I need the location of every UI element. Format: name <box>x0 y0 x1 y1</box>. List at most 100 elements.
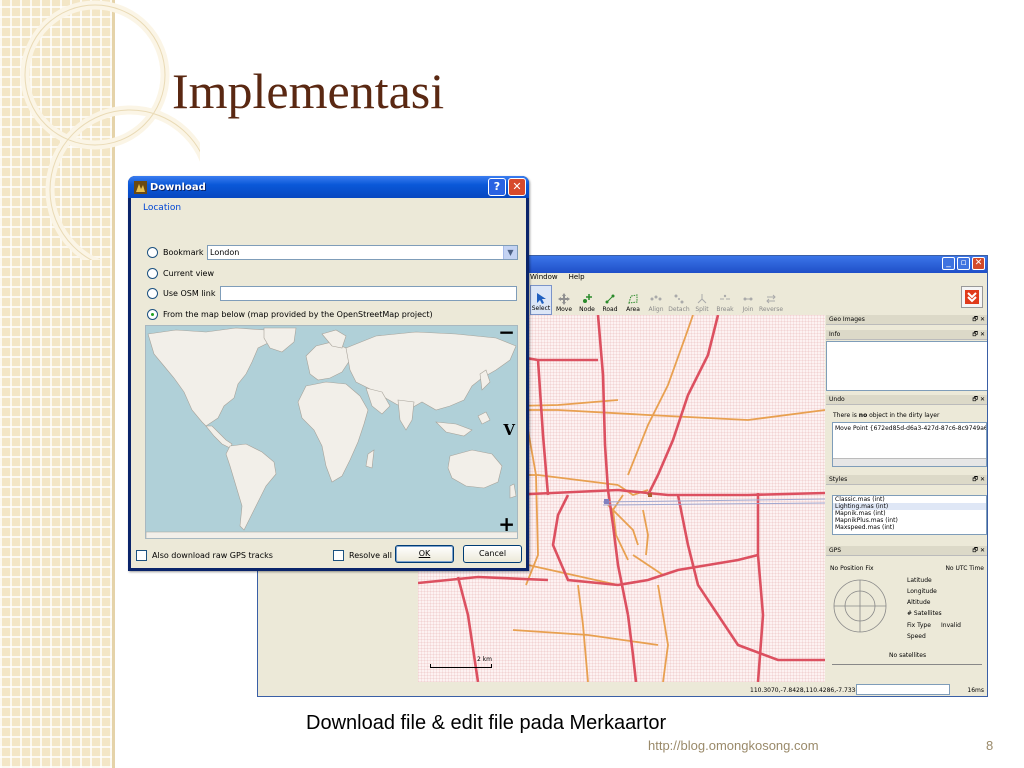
radio-osm-link[interactable] <box>147 288 158 299</box>
option-from-map[interactable]: From the map below (map provided by the … <box>147 309 433 320</box>
cancel-button[interactable]: Cancel <box>463 545 522 563</box>
undo-status-text: There is no object in the dirty layer <box>833 412 940 419</box>
radio-from-map[interactable] <box>147 309 158 320</box>
zoom-in-button[interactable]: + <box>498 512 515 536</box>
tool-split-button[interactable]: Split <box>691 285 713 315</box>
option-bookmark-label: Bookmark <box>163 248 204 257</box>
ok-button[interactable]: OK <box>395 545 454 563</box>
option-osm-link-label: Use OSM link <box>163 289 216 298</box>
tool-label: Align <box>648 306 664 313</box>
undo-list[interactable]: Move Point {672ed85d-d6a3-427d-87c6-8c97… <box>832 422 987 467</box>
tool-select-button[interactable]: Select <box>530 285 552 315</box>
tool-join-button[interactable]: Join <box>737 285 759 315</box>
split-icon <box>697 294 707 304</box>
status-render-time: 16ms <box>967 687 984 694</box>
tool-label: Select <box>531 305 551 312</box>
bookmark-select[interactable]: London ▼ <box>207 245 518 260</box>
chevron-down-icon[interactable]: ▼ <box>503 246 517 259</box>
detach-icon <box>674 294 684 304</box>
option-bookmark[interactable]: Bookmark <box>147 247 204 258</box>
slide-footer-url[interactable]: http://blog.omongkosong.com <box>648 738 819 753</box>
close-icon[interactable]: ✕ <box>972 257 985 270</box>
gps-field-altitude: Altitude <box>907 599 931 606</box>
info-panel <box>826 341 987 391</box>
view-toggle-button[interactable]: V <box>503 421 515 439</box>
tool-area-button[interactable]: Area <box>622 285 644 315</box>
radio-current-view[interactable] <box>147 268 158 279</box>
menu-help[interactable]: Help <box>569 273 585 285</box>
tool-label: Road <box>602 306 618 313</box>
style-item[interactable]: MapnikPlus.mas (int) <box>833 517 986 524</box>
undo-list-scrollbar[interactable] <box>833 458 986 466</box>
style-item[interactable]: Classic.mas (int) <box>833 496 986 503</box>
gps-satellites-text: No satellites <box>889 652 927 659</box>
style-item[interactable]: Mapnik.mas (int) <box>833 510 986 517</box>
resolve-relations-checkbox[interactable] <box>333 550 344 561</box>
undo-list-item[interactable]: Move Point {672ed85d-d6a3-427d-87c6-8c97… <box>833 423 986 434</box>
dock-styles-header[interactable]: Styles 🗗 ✕ <box>826 475 987 485</box>
zoom-out-button[interactable]: − <box>498 326 515 344</box>
road-icon <box>605 294 615 304</box>
minimize-icon[interactable]: _ <box>942 257 955 270</box>
gps-compass-icon <box>833 579 887 633</box>
status-coordinates: 110.3070,-7.8428,110.4286,-7.7334 <box>750 687 860 694</box>
gps-field-longitude: Longitude <box>907 588 937 595</box>
map-selection-line <box>602 498 825 506</box>
tool-label: Area <box>626 306 640 313</box>
area-icon <box>628 294 638 304</box>
dock-undo-header[interactable]: Undo 🗗 ✕ <box>826 395 987 405</box>
reverse-icon <box>766 294 776 304</box>
status-progress-field <box>856 684 950 695</box>
gps-tracks-checkbox[interactable] <box>136 550 147 561</box>
dock-float-close-icon: 🗗 ✕ <box>972 547 985 554</box>
world-map <box>146 326 517 538</box>
gps-fix-type-value: Invalid <box>941 622 961 629</box>
gps-field-satellites: # Satellites <box>907 610 942 617</box>
style-item[interactable]: Lighting.mas (int) <box>833 503 986 510</box>
map-scale-label: 2 km <box>476 656 492 663</box>
upload-icon <box>965 290 979 304</box>
tool-node-button[interactable]: Node <box>576 285 598 315</box>
option-current-view[interactable]: Current view <box>147 268 214 279</box>
cursor-icon <box>537 293 546 304</box>
tool-detach-button[interactable]: Detach <box>668 285 690 315</box>
slide-caption: Download file & edit file pada Merkaarto… <box>306 712 667 734</box>
dock-float-close-icon: 🗗 ✕ <box>972 331 985 338</box>
option-osm-link[interactable]: Use OSM link <box>147 288 215 299</box>
node-icon <box>583 294 592 303</box>
gps-time-text: No UTC Time <box>945 565 984 572</box>
map-node-marker <box>648 493 652 497</box>
gps-field-fix-type: Fix Type <box>907 622 931 629</box>
download-dialog: Download ? ✕ Location Bookmark London ▼ … <box>128 176 529 571</box>
dock-geo-images-header[interactable]: Geo Images 🗗 ✕ <box>826 315 987 325</box>
maximize-icon[interactable]: ▫ <box>957 257 970 270</box>
gps-panel: No Position Fix No UTC Time Latitude Lon… <box>826 558 987 676</box>
gps-fix-text: No Position Fix <box>830 565 874 572</box>
tool-label: Reverse <box>758 306 784 313</box>
tool-reverse-button[interactable]: Reverse <box>758 285 784 315</box>
world-map-selector[interactable]: − V + <box>145 325 518 539</box>
styles-list[interactable]: Classic.mas (int) Lighting.mas (int) Map… <box>832 495 987 535</box>
upload-button[interactable] <box>961 286 983 308</box>
tool-break-button[interactable]: Break <box>714 285 736 315</box>
map-node-marker <box>604 499 609 504</box>
slide-page-number: 8 <box>986 738 994 753</box>
download-dialog-titlebar[interactable]: Download ? ✕ <box>128 176 529 198</box>
dock-gps-header[interactable]: GPS 🗗 ✕ <box>826 546 987 556</box>
style-item[interactable]: Maxspeed.mas (int) <box>833 524 986 531</box>
radio-bookmark[interactable] <box>147 247 158 258</box>
tool-label: Node <box>579 306 595 313</box>
merkaartor-dock: Geo Images 🗗 ✕ Info 🗗 ✕ Undo 🗗 ✕ There is n… <box>825 315 987 682</box>
dock-float-close-icon: 🗗 ✕ <box>972 476 985 483</box>
tool-road-button[interactable]: Road <box>599 285 621 315</box>
menu-window[interactable]: Window <box>530 273 558 285</box>
tool-align-button[interactable]: Align <box>645 285 667 315</box>
location-group-label: Location <box>143 203 182 213</box>
close-icon[interactable]: ✕ <box>508 178 526 196</box>
gps-tracks-option[interactable]: Also download raw GPS tracks <box>136 550 273 561</box>
help-icon[interactable]: ? <box>488 178 506 196</box>
gps-field-speed: Speed <box>907 633 926 640</box>
osm-link-input[interactable] <box>220 286 517 301</box>
tool-move-button[interactable]: Move <box>553 285 575 315</box>
dock-info-header[interactable]: Info 🗗 ✕ <box>826 330 987 340</box>
